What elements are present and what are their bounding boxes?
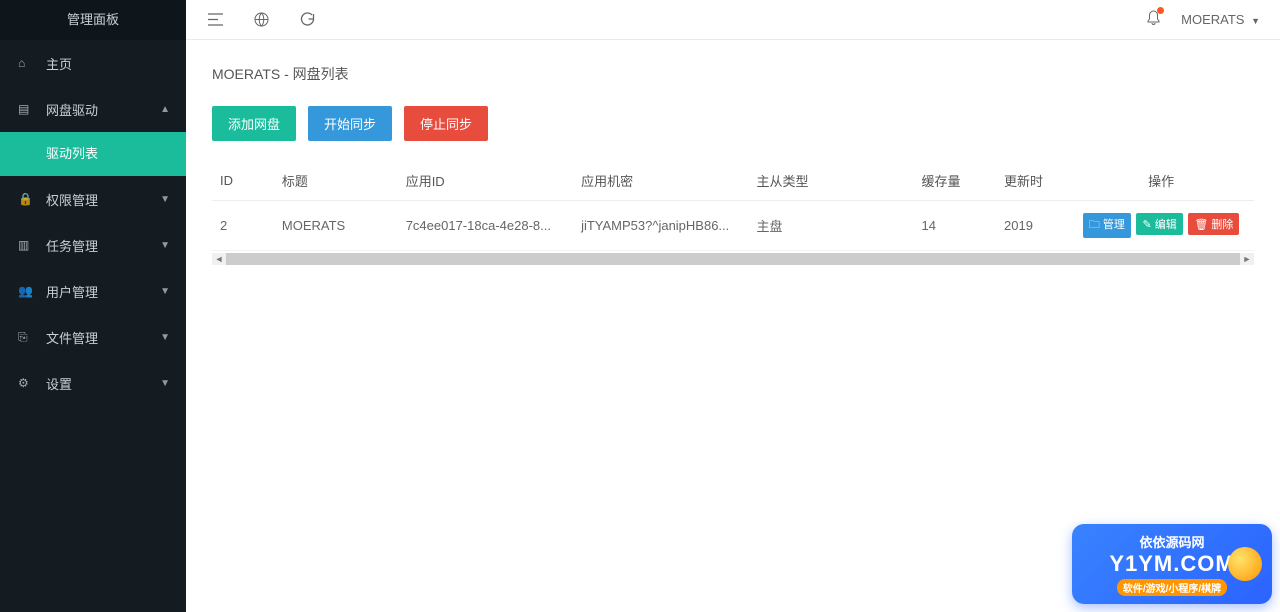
chevron-down-icon: ▼ xyxy=(160,378,170,389)
edit-label: 编辑 xyxy=(1155,219,1177,231)
page-title: MOERATS - 网盘列表 xyxy=(212,64,1254,84)
nav-label: 权限管理 xyxy=(46,190,98,209)
stop-sync-button[interactable]: 停止同步 xyxy=(404,106,488,141)
th-type[interactable]: 主从类型 xyxy=(748,161,913,201)
scroll-track[interactable] xyxy=(226,253,1240,265)
globe-icon[interactable] xyxy=(252,11,270,29)
content: MOERATS - 网盘列表 添加网盘 开始同步 停止同步 ID 标题 应用ID… xyxy=(186,40,1280,289)
nav-label: 设置 xyxy=(46,374,72,393)
th-secret[interactable]: 应用机密 xyxy=(573,161,748,201)
nav-label: 任务管理 xyxy=(46,236,98,255)
horizontal-scrollbar[interactable]: ◄ ► xyxy=(212,253,1254,265)
nav-label: 文件管理 xyxy=(46,328,98,347)
cell-appid: 7c4ee017-18ca-4e28-8... xyxy=(398,201,573,251)
notification-bell[interactable] xyxy=(1146,10,1161,29)
promo-badge[interactable]: 依依源码网 Y1YM.COM 软件/游戏/小程序/棋牌 xyxy=(1072,524,1272,604)
nav-files[interactable]: ⎘ 文件管理 ▼ xyxy=(0,314,186,360)
nav-users[interactable]: 👥 用户管理 ▼ xyxy=(0,268,186,314)
table-wrap: ID 标题 应用ID 应用机密 主从类型 缓存量 更新时 操作 2 MOERAT… xyxy=(212,161,1254,265)
th-title[interactable]: 标题 xyxy=(274,161,398,201)
main-area: MOERATS ▼ MOERATS - 网盘列表 添加网盘 开始同步 停止同步 … xyxy=(186,0,1280,612)
nav-label: 用户管理 xyxy=(46,282,98,301)
th-update[interactable]: 更新时 xyxy=(996,161,1068,201)
th-id[interactable]: ID xyxy=(212,161,274,201)
nav-label: 主页 xyxy=(46,54,72,73)
cell-cache: 14 xyxy=(914,201,997,251)
th-cache[interactable]: 缓存量 xyxy=(914,161,997,201)
start-sync-button[interactable]: 开始同步 xyxy=(308,106,392,141)
chevron-down-icon: ▼ xyxy=(160,194,170,205)
promo-dot-icon xyxy=(1228,547,1262,581)
nav-tasks[interactable]: ▥ 任务管理 ▼ xyxy=(0,222,186,268)
users-icon: 👥 xyxy=(18,284,34,298)
cell-type: 主盘 xyxy=(748,201,913,251)
scroll-right-icon[interactable]: ► xyxy=(1240,254,1254,264)
promo-sub-text: 软件/游戏/小程序/棋牌 xyxy=(1117,579,1227,596)
promo-main-text: Y1YM.COM xyxy=(1109,551,1234,577)
delete-label: 删除 xyxy=(1211,219,1233,231)
nav-sub-disk: 驱动列表 xyxy=(0,132,186,176)
sidebar: 管理面板 ⌂ 主页 ▤ 网盘驱动 ▲ 驱动列表 🔒 权限管理 ▼ ▥ 任务管理 … xyxy=(0,0,186,612)
user-menu[interactable]: MOERATS ▼ xyxy=(1181,12,1260,27)
caret-down-icon: ▼ xyxy=(1251,16,1260,26)
list-icon: ▤ xyxy=(18,102,34,116)
gear-icon: ⚙ xyxy=(18,376,34,390)
nav-settings[interactable]: ⚙ 设置 ▼ xyxy=(0,360,186,406)
lock-icon: 🔒 xyxy=(18,192,34,206)
scroll-left-icon[interactable]: ◄ xyxy=(212,254,226,264)
copy-icon: ⎘ xyxy=(18,330,34,345)
sidebar-title: 管理面板 xyxy=(0,0,186,40)
menu-toggle-icon[interactable] xyxy=(206,11,224,29)
nav-home[interactable]: ⌂ 主页 xyxy=(0,40,186,86)
table-header-row: ID 标题 应用ID 应用机密 主从类型 缓存量 更新时 操作 xyxy=(212,161,1254,201)
tasks-icon: ▥ xyxy=(18,238,34,252)
cell-update: 2019 xyxy=(996,201,1068,251)
nav-sub-driver-list[interactable]: 驱动列表 xyxy=(0,132,186,176)
promo-top-text: 依依源码网 xyxy=(1139,532,1204,551)
refresh-icon[interactable] xyxy=(298,11,316,29)
manage-button[interactable]: 🗀 管理 xyxy=(1083,213,1131,238)
notification-dot xyxy=(1157,7,1164,14)
nav-label: 网盘驱动 xyxy=(46,100,98,119)
th-ops: 操作 xyxy=(1068,161,1254,201)
chevron-down-icon: ▼ xyxy=(160,240,170,251)
user-name-text: MOERATS xyxy=(1181,12,1244,27)
button-row: 添加网盘 开始同步 停止同步 xyxy=(212,106,1254,141)
chevron-up-icon: ▲ xyxy=(160,104,170,115)
cell-title: MOERATS xyxy=(274,201,398,251)
table-row: 2 MOERATS 7c4ee017-18ca-4e28-8... jiTYAM… xyxy=(212,201,1254,251)
nav-disk-driver[interactable]: ▤ 网盘驱动 ▲ xyxy=(0,86,186,132)
disk-table: ID 标题 应用ID 应用机密 主从类型 缓存量 更新时 操作 2 MOERAT… xyxy=(212,161,1254,251)
add-disk-button[interactable]: 添加网盘 xyxy=(212,106,296,141)
manage-label: 管理 xyxy=(1103,219,1125,231)
home-icon: ⌂ xyxy=(18,56,34,70)
chevron-down-icon: ▼ xyxy=(160,332,170,343)
cell-secret: jiTYAMP53?^janipHB86... xyxy=(573,201,748,251)
edit-button[interactable]: ✎ 编辑 xyxy=(1136,213,1182,235)
chevron-down-icon: ▼ xyxy=(160,286,170,297)
th-appid[interactable]: 应用ID xyxy=(398,161,573,201)
cell-ops: 🗀 管理 ✎ 编辑 🗑 删除 xyxy=(1068,201,1254,251)
delete-button[interactable]: 🗑 删除 xyxy=(1188,213,1239,235)
nav-permissions[interactable]: 🔒 权限管理 ▼ xyxy=(0,176,186,222)
cell-id: 2 xyxy=(212,201,274,251)
topbar: MOERATS ▼ xyxy=(186,0,1280,40)
